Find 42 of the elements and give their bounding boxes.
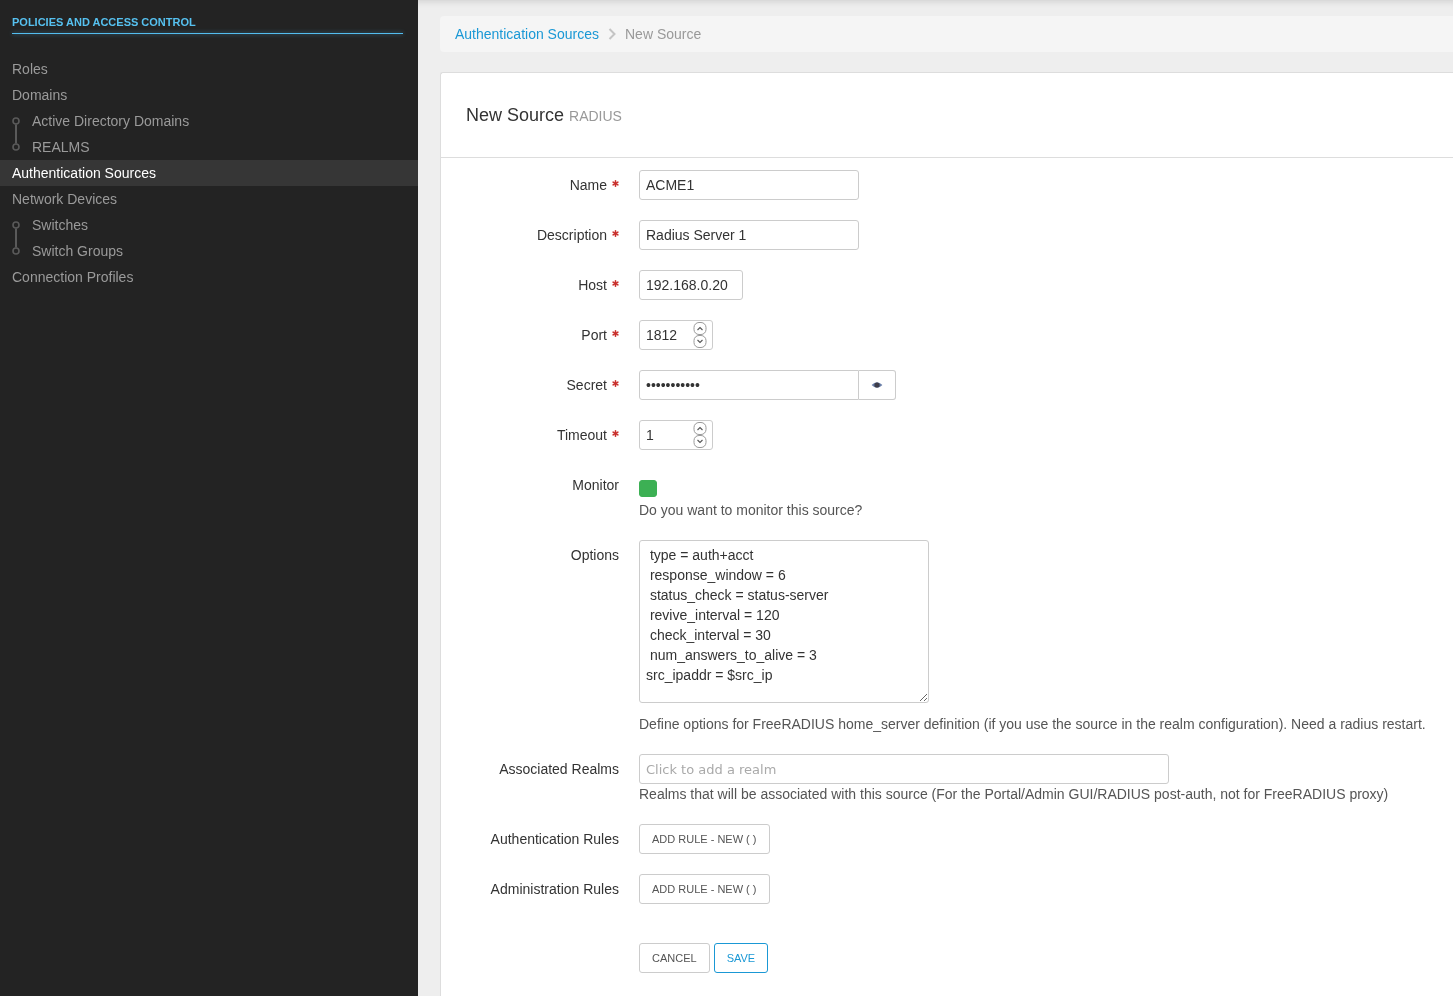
stepper-icon[interactable]: [693, 422, 707, 448]
realm-field[interactable]: Click to add a realm: [639, 754, 1169, 784]
sidebar-subitem[interactable]: REALMS: [20, 134, 418, 160]
field-label: Secret: [566, 377, 607, 393]
options-field[interactable]: type = auth+acct response_window = 6 status_check = status-server revive_interval = 120 check_interval = 30 num_answers_to_alive = 3 src_ipaddr = $src_ip: [639, 540, 929, 703]
sidebar-item[interactable]: Domains: [0, 82, 418, 108]
breadcrumb-current: New Source: [625, 26, 702, 42]
sidebar-subitem[interactable]: Switch Groups: [20, 238, 418, 264]
add-rule-button[interactable]: ADD RULE - NEW ( ): [639, 874, 770, 904]
text-field[interactable]: ACME1: [639, 170, 859, 200]
field-label: Administration Rules: [490, 881, 619, 897]
password-field[interactable]: •••••••••••: [639, 370, 859, 400]
field-label: Timeout: [556, 427, 607, 443]
sidebar-subitem[interactable]: Switches: [20, 212, 418, 238]
help-text: Realms that will be associated with this source (For the Portal/Admin GUI/RADIUS post-auth, not for FreeRADIUS proxy): [639, 785, 1389, 804]
page-subtitle: RADIUS: [569, 107, 622, 124]
page-title: New Source: [466, 104, 565, 126]
field-label: Authentication Rules: [490, 831, 619, 847]
sidebar-item[interactable]: Roles: [0, 56, 418, 82]
field-label: Associated Realms: [499, 761, 619, 777]
field-label: Port: [581, 327, 607, 343]
show-password-button[interactable]: [859, 370, 896, 400]
field-label: Host: [578, 277, 607, 293]
text-field[interactable]: 192.168.0.20: [639, 270, 743, 300]
text-field[interactable]: Radius Server 1: [639, 220, 859, 250]
sidebar-subitem[interactable]: Active Directory Domains: [20, 108, 418, 134]
chevron-right-icon: [608, 28, 616, 40]
add-rule-button[interactable]: ADD RULE - NEW ( ): [639, 824, 770, 854]
help-text: Do you want to monitor this source?: [639, 501, 863, 520]
help-text: Define options for FreeRADIUS home_server definition (if you use the source in the realm configuration). Need a radius restart.: [639, 715, 1426, 734]
field-label: Options: [570, 547, 619, 563]
stepper-icon[interactable]: [693, 322, 707, 348]
sidebar-item[interactable]: Network Devices: [0, 186, 418, 212]
sidebar-heading: POLICIES AND ACCESS CONTROL: [12, 16, 196, 28]
eye-icon: [871, 381, 883, 389]
field-label: Description: [536, 227, 607, 243]
cancel-button[interactable]: CANCEL: [639, 943, 710, 973]
checkbox[interactable]: [639, 480, 657, 497]
field-label: Name: [569, 177, 607, 193]
sidebar-item[interactable]: Authentication Sources: [0, 160, 418, 186]
sidebar-item[interactable]: Connection Profiles: [0, 264, 418, 290]
field-label: Monitor: [572, 477, 619, 493]
